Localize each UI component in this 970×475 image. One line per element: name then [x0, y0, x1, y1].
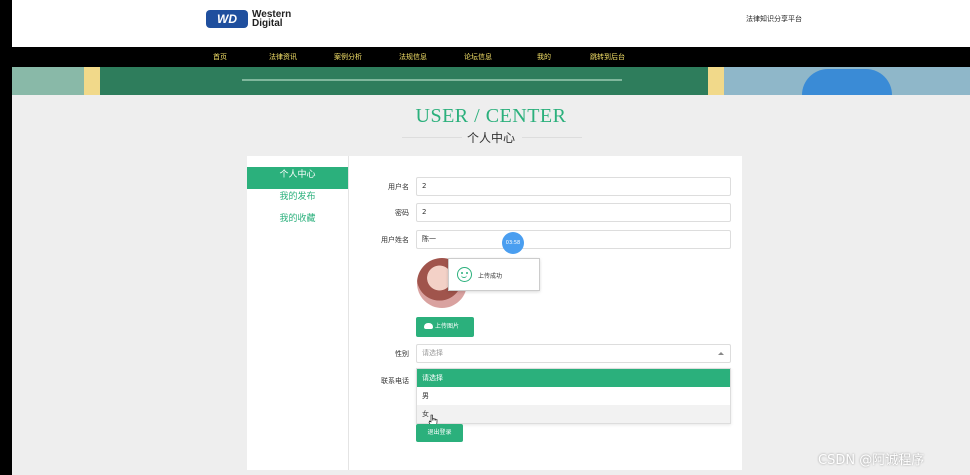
sidebar-item-my-posts[interactable]: 我的发布 [247, 189, 348, 211]
smile-icon [457, 267, 472, 282]
username-input[interactable]: 2 [416, 177, 731, 196]
gender-label: 性别 [395, 350, 409, 358]
logo-text: Western Digital [252, 10, 291, 29]
site-title: 法律知识分享平台 [746, 15, 802, 23]
page: WD Western Digital 法律知识分享平台 首页 法律资讯 案例分析… [12, 0, 970, 475]
cloud-upload-icon [424, 323, 433, 329]
banner-stripe [84, 67, 100, 95]
banner-line [242, 79, 622, 81]
logout-button[interactable]: 退出登录 [416, 424, 463, 442]
nav-item-case-analysis[interactable]: 案例分析 [334, 52, 362, 62]
caret-up-icon [718, 352, 724, 355]
page-title-zh: 个人中心 [466, 131, 515, 145]
banner-figure [802, 69, 892, 95]
heading-divider-left [402, 137, 462, 138]
top-bar: WD Western Digital 法律知识分享平台 [12, 0, 970, 47]
banner-stripe [708, 67, 724, 95]
sidebar-item-favorites[interactable]: 我的收藏 [247, 211, 348, 233]
gender-select-value: 请选择 [422, 349, 443, 357]
nav-item-forum[interactable]: 论坛信息 [464, 52, 492, 62]
user-center-card: 个人中心 我的发布 我的收藏 用户名 2 密码 2 用户姓名 陈一 上传成功 0… [247, 156, 742, 470]
banner-image [12, 67, 970, 95]
realname-label: 用户姓名 [381, 236, 409, 244]
nav-item-home[interactable]: 首页 [213, 52, 227, 62]
phone-label: 联系电话 [381, 377, 409, 385]
logo-mark: WD [206, 10, 248, 28]
realname-input[interactable]: 陈一 [416, 230, 731, 249]
upload-button-label: 上传图片 [435, 323, 460, 330]
nav-item-legal-news[interactable]: 法律资讯 [269, 52, 297, 62]
upload-success-toast: 上传成功 [448, 258, 540, 291]
nav-item-backend[interactable]: 跳转到后台 [590, 52, 625, 62]
gender-select[interactable]: 请选择 [416, 344, 731, 363]
page-title-en: USER / CENTER [415, 105, 567, 127]
password-input[interactable]: 2 [416, 203, 731, 222]
nav-item-regulations[interactable]: 法规信息 [399, 52, 427, 62]
gender-dropdown: 请选择 男 女 [416, 368, 731, 424]
gender-option-female[interactable]: 女 [417, 405, 730, 423]
main-nav: 首页 法律资讯 案例分析 法规信息 论坛信息 我的 跳转到后台 [12, 47, 970, 67]
gender-option-male[interactable]: 男 [417, 387, 730, 405]
toast-message: 上传成功 [478, 273, 503, 280]
logo[interactable]: WD Western Digital [206, 10, 291, 29]
gender-option-placeholder[interactable]: 请选择 [417, 369, 730, 387]
watermark: CSDN @阿诚程序 [818, 453, 925, 468]
upload-image-button[interactable]: 上传图片 [416, 317, 474, 337]
page-heading: USER / CENTER 个人中心 [12, 105, 970, 146]
user-sidebar: 个人中心 我的发布 我的收藏 [247, 156, 349, 470]
sidebar-item-profile[interactable]: 个人中心 [247, 167, 348, 189]
logo-line2: Digital [252, 18, 283, 29]
username-label: 用户名 [388, 183, 409, 191]
password-label: 密码 [395, 209, 409, 217]
banner-left-art [12, 67, 84, 95]
nav-item-mine[interactable]: 我的 [537, 52, 551, 62]
heading-divider-right [522, 137, 582, 138]
timer-badge: 03:58 [502, 232, 524, 254]
